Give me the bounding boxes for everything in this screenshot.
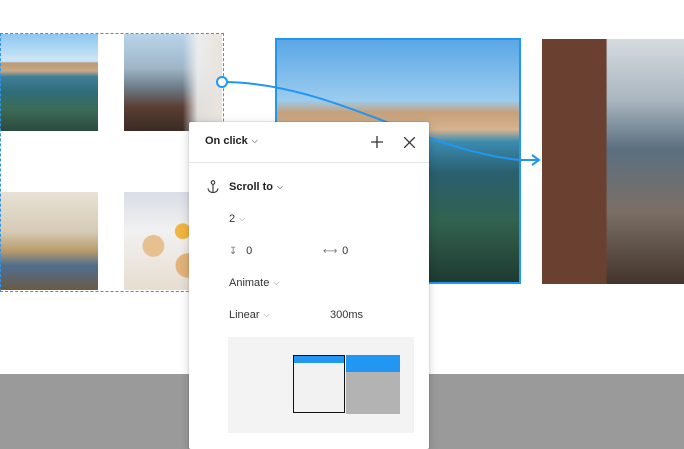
popover-header: On click ⌵ (189, 122, 429, 163)
chevron-down-icon: ⌵ (263, 310, 270, 319)
preview-frame-current (293, 355, 345, 413)
chevron-down-icon: ⌵ (273, 278, 280, 287)
duration-value: 300ms (330, 309, 364, 321)
action-label: Scroll to (229, 181, 274, 193)
animation-dropdown[interactable]: Animate ⌵ (229, 277, 279, 289)
offset-x-value: 0 (246, 245, 253, 257)
animation-label: Animate (229, 277, 270, 289)
close-icon[interactable] (399, 132, 419, 152)
destination-value: 2 (229, 213, 236, 225)
chevron-down-icon: ⌵ (239, 214, 246, 223)
preview-frame-destination (346, 355, 400, 414)
anchor-icon (207, 180, 219, 199)
interaction-popover: On click ⌵ Scroll to ⌵ 2 ⌵ ↧ 0 ⟷ 0 Animate ⌵… (189, 122, 429, 449)
offset-y-field[interactable]: ⟷ 0 (323, 245, 348, 257)
trigger-dropdown[interactable]: On click ⌵ (205, 135, 258, 147)
easing-dropdown[interactable]: Linear ⌵ (229, 309, 270, 321)
plus-icon[interactable] (367, 132, 387, 152)
duration-field[interactable]: 300ms (330, 309, 363, 321)
easing-label: Linear (229, 309, 260, 321)
offset-y-value: 0 (342, 245, 349, 257)
animation-preview (228, 337, 414, 433)
chevron-down-icon: ⌵ (277, 182, 284, 191)
trigger-label: On click (205, 135, 248, 147)
offset-y-icon: ⟷ (323, 246, 338, 257)
chevron-down-icon: ⌵ (251, 136, 258, 145)
offset-x-icon: ↧ (229, 246, 238, 257)
destination-dropdown[interactable]: 2 ⌵ (229, 213, 245, 225)
offset-x-field[interactable]: ↧ 0 (229, 245, 252, 257)
action-dropdown[interactable]: Scroll to ⌵ (229, 181, 283, 193)
